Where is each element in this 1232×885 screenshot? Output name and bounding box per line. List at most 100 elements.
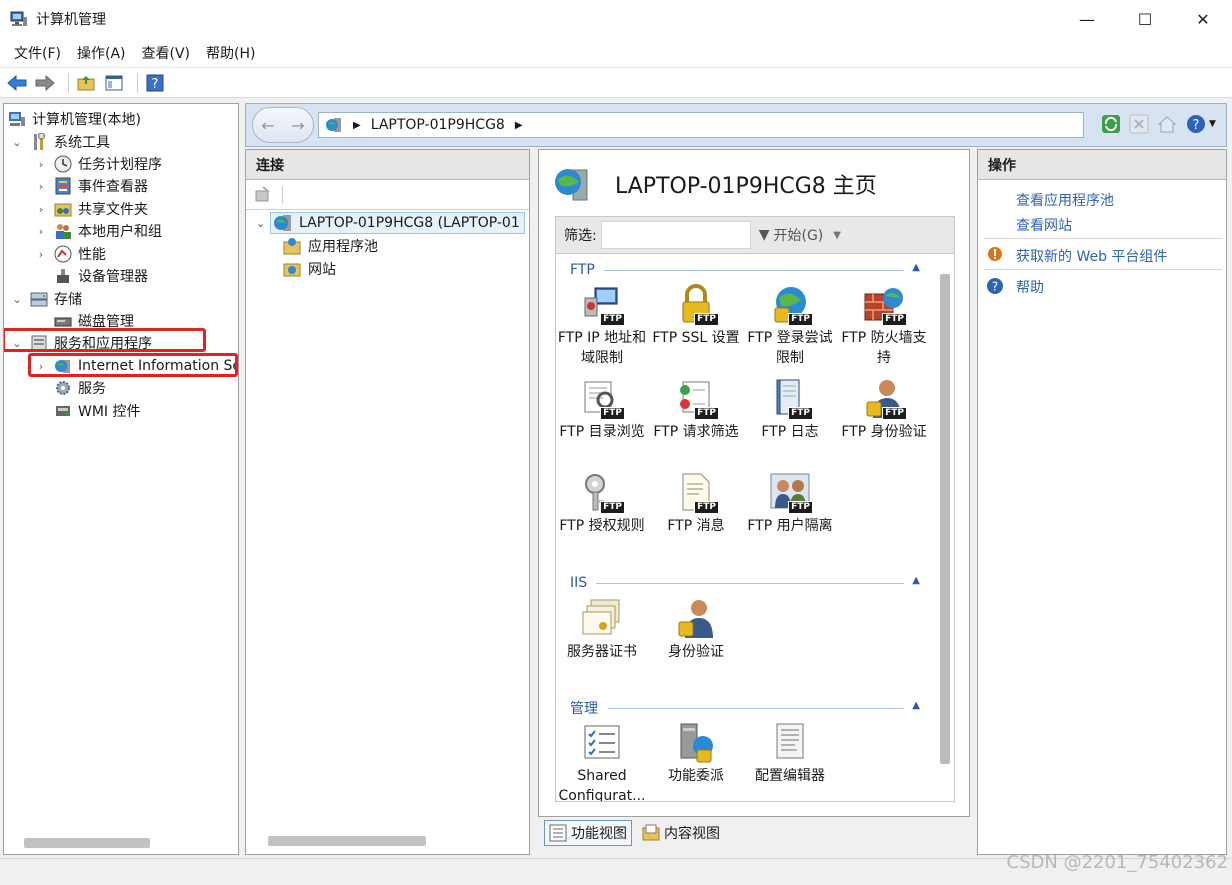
chevron-right-icon[interactable]: ›: [34, 248, 48, 261]
conn-app-pools[interactable]: 应用程序池: [282, 235, 378, 257]
menu-file[interactable]: 文件(F): [6, 43, 69, 63]
tree-item-storage[interactable]: ⌄ 存储: [10, 288, 82, 310]
maximize-button[interactable]: ☐: [1116, 0, 1174, 38]
forward-arrow-icon: [35, 74, 55, 91]
feature-ftp-ssl[interactable]: FTP FTP SSL 设置: [650, 284, 742, 348]
certificate-icon: [581, 598, 623, 640]
help-dropdown[interactable]: ? ▼: [1184, 113, 1218, 135]
action-view-sites[interactable]: 查看网站: [1016, 215, 1072, 235]
nav-back-forward[interactable]: ← →: [252, 107, 314, 143]
feature-server-certificates[interactable]: 服务器证书: [556, 598, 648, 662]
feature-ftp-directory-browsing[interactable]: FTP FTP 目录浏览: [556, 378, 648, 442]
forward-arrow-icon[interactable]: →: [291, 116, 304, 135]
filter-input[interactable]: [600, 221, 751, 249]
collapse-icon[interactable]: ▲: [912, 575, 920, 586]
connections-header: 连接: [246, 150, 529, 180]
feature-authentication[interactable]: 身份验证: [650, 598, 742, 662]
action-view-app-pools[interactable]: 查看应用程序池: [1016, 190, 1114, 210]
config-document-icon: [769, 722, 811, 764]
tree-item-label: 服务: [78, 381, 106, 397]
feature-ftp-authorization-rules[interactable]: FTP FTP 授权规则: [556, 472, 648, 536]
show-hide-tree-button[interactable]: [103, 72, 125, 94]
back-arrow-icon[interactable]: ←: [261, 116, 274, 135]
tree-item-label: 计算机管理(本地): [32, 112, 141, 128]
group-header-management[interactable]: 管理: [570, 698, 598, 718]
breadcrumb-arrow-icon[interactable]: ▶: [515, 120, 523, 131]
tree-item-shared-folders[interactable]: › 共享文件夹: [34, 198, 148, 220]
feature-ftp-messages[interactable]: FTP FTP 消息: [650, 472, 742, 536]
firewall-icon: FTP: [863, 284, 907, 326]
chevron-right-icon[interactable]: ›: [34, 158, 48, 171]
chevron-right-icon[interactable]: ›: [34, 180, 48, 193]
feature-ftp-ip-restrictions[interactable]: FTP FTP IP 地址和域限制: [556, 284, 648, 368]
chevron-right-icon[interactable]: ›: [34, 225, 48, 238]
feature-shared-configuration[interactable]: Shared Configurat...: [556, 722, 648, 802]
vertical-scrollbar[interactable]: [940, 274, 950, 764]
tree-item-performance[interactable]: › 性能: [34, 243, 106, 265]
action-get-web-platform[interactable]: 获取新的 Web 平台组件: [1016, 246, 1167, 266]
action-help[interactable]: 帮助: [1016, 277, 1044, 297]
tree-item-local-users[interactable]: › 本地用户和组: [34, 220, 162, 242]
feature-delegation[interactable]: 功能委派: [650, 722, 742, 786]
menu-help[interactable]: 帮助(H): [198, 43, 263, 63]
horizontal-scrollbar[interactable]: [268, 836, 426, 846]
feature-ftp-user-isolation[interactable]: FTP FTP 用户隔离: [744, 472, 836, 536]
chevron-right-icon[interactable]: ›: [34, 203, 48, 216]
address-bar[interactable]: ▶ LAPTOP-01P9HCG8 ▶: [318, 112, 1084, 138]
address-server[interactable]: LAPTOP-01P9HCG8: [371, 117, 505, 133]
feature-label: FTP 身份验证: [841, 424, 927, 440]
up-folder-button[interactable]: [75, 72, 97, 94]
collapse-icon[interactable]: ▲: [912, 700, 920, 711]
selected-server[interactable]: LAPTOP-01P9HCG8 (LAPTOP-01: [270, 212, 525, 234]
sites-label: 网站: [308, 262, 336, 278]
tree-item-device-manager[interactable]: 设备管理器: [54, 265, 148, 287]
tab-features-view[interactable]: 功能视图: [544, 820, 632, 846]
close-button[interactable]: ✕: [1174, 0, 1232, 38]
tree-item-task-scheduler[interactable]: › 任务计划程序: [34, 153, 162, 175]
menu-view[interactable]: 查看(V): [134, 43, 199, 63]
group-divider: [608, 708, 904, 709]
feature-label: Shared Configurat...: [558, 768, 646, 802]
server-globe-icon: [555, 169, 588, 201]
feature-ftp-logon-attempt[interactable]: FTP FTP 登录尝试限制: [744, 284, 836, 368]
stop-button[interactable]: [1128, 113, 1150, 135]
conn-sites[interactable]: 网站: [282, 258, 336, 280]
tree-item-services[interactable]: 服务: [54, 377, 106, 399]
chevron-down-icon[interactable]: ⌄: [256, 217, 270, 230]
feature-ftp-logging[interactable]: FTP FTP 日志: [744, 378, 836, 442]
dropdown-arrow-icon[interactable]: ▼: [833, 230, 841, 241]
go-button[interactable]: ▼ 开始(G): [759, 225, 824, 245]
feature-label: FTP 目录浏览: [559, 424, 645, 440]
feature-ftp-authentication[interactable]: FTP FTP 身份验证: [838, 378, 930, 442]
feature-configuration-editor[interactable]: 配置编辑器: [744, 722, 836, 786]
minimize-button[interactable]: —: [1058, 0, 1116, 38]
tree-item-event-viewer[interactable]: › 事件查看器: [34, 175, 148, 197]
funnel-icon: ▼: [758, 227, 770, 243]
padlock-icon: FTP: [675, 284, 719, 326]
collapse-icon[interactable]: ▲: [912, 262, 920, 273]
horizontal-scrollbar[interactable]: [24, 838, 150, 848]
forward-button[interactable]: [34, 72, 56, 94]
conn-server-node[interactable]: ⌄ LAPTOP-01P9HCG8 (LAPTOP-01: [256, 212, 525, 234]
tree-item-wmi[interactable]: WMI 控件: [54, 400, 141, 422]
event-viewer-icon: [54, 177, 72, 195]
feature-ftp-request-filtering[interactable]: FTP FTP 请求筛选: [650, 378, 742, 442]
refresh-button[interactable]: [1100, 113, 1122, 135]
help-button[interactable]: ?: [144, 72, 166, 94]
console-tree: 计算机管理(本地) ⌄ 系统工具 › 任务计划程序 › 事件查看器 › 共享文件…: [3, 103, 239, 855]
computer-management-icon: [10, 11, 27, 26]
tab-content-view[interactable]: 内容视图: [638, 820, 724, 846]
chevron-down-icon[interactable]: ⌄: [10, 136, 24, 149]
console-tree-icon: [105, 75, 123, 90]
home-button[interactable]: [1156, 113, 1178, 135]
feature-ftp-firewall[interactable]: FTP FTP 防火墙支持: [838, 284, 930, 368]
chevron-down-icon[interactable]: ⌄: [10, 293, 24, 306]
network-monitor-icon: FTP: [581, 284, 625, 326]
group-header-ftp[interactable]: FTP: [570, 260, 595, 280]
back-button[interactable]: [6, 72, 28, 94]
connect-icon[interactable]: [254, 185, 272, 204]
tree-item-system-tools[interactable]: ⌄ 系统工具: [10, 131, 110, 153]
group-header-iis[interactable]: IIS: [570, 573, 587, 593]
tree-item-root[interactable]: 计算机管理(本地): [8, 108, 141, 130]
menu-action[interactable]: 操作(A): [69, 43, 134, 63]
